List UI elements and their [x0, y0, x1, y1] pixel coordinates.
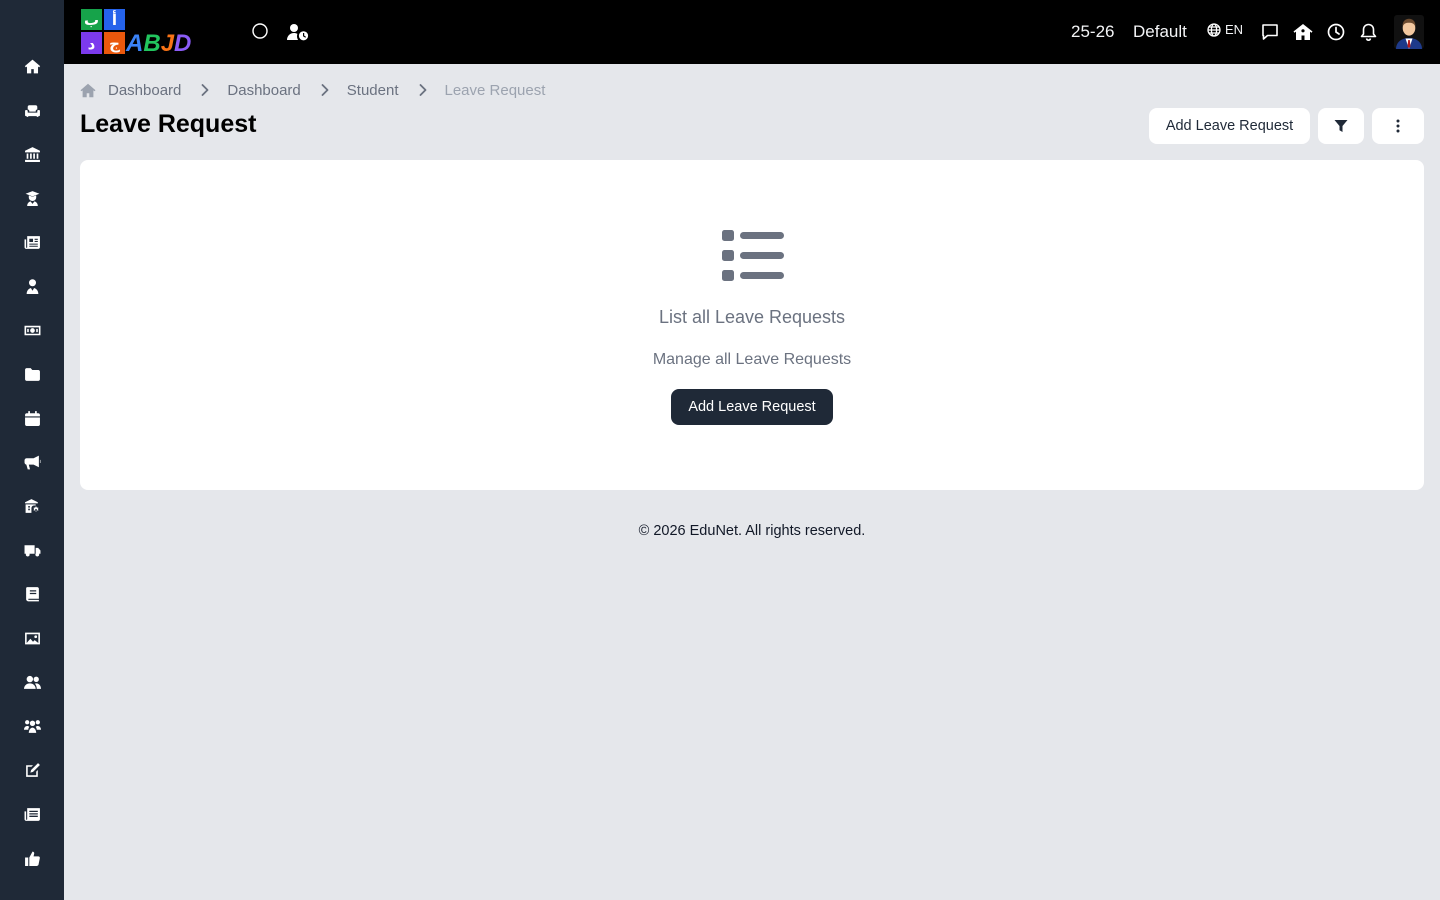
user-clock-icon[interactable] — [286, 21, 310, 43]
truck-icon — [24, 544, 40, 556]
sidebar-item-feedback[interactable] — [0, 836, 64, 880]
sidebar-item-institution[interactable] — [0, 132, 64, 176]
list-icon — [722, 230, 784, 281]
language-label: EN — [1225, 22, 1244, 37]
calendar-icon — [24, 410, 40, 426]
user-tie-icon — [26, 278, 38, 294]
user-avatar[interactable] — [1394, 15, 1424, 49]
more-options-button[interactable] — [1372, 108, 1424, 144]
breadcrumb-dashboard-2[interactable]: Dashboard — [227, 82, 300, 99]
sidebar-item-home[interactable] — [0, 44, 64, 88]
chevron-right-icon — [419, 84, 427, 96]
newspaper-icon — [24, 235, 40, 249]
folder-icon — [24, 367, 40, 381]
people-group-icon — [23, 719, 41, 733]
book-icon — [25, 586, 39, 601]
add-leave-request-button[interactable]: Add Leave Request — [1149, 108, 1310, 144]
sidebar-item-school-settings[interactable] — [0, 484, 64, 528]
thumbs-up-icon — [24, 851, 40, 866]
sidebar-item-groups[interactable] — [0, 704, 64, 748]
sidebar-item-news[interactable] — [0, 792, 64, 836]
sidebar-item-fees[interactable] — [0, 308, 64, 352]
sidebar-item-library[interactable] — [0, 572, 64, 616]
loading-circle-icon — [250, 21, 270, 41]
filter-button[interactable] — [1318, 108, 1364, 144]
home-icon — [24, 59, 40, 73]
sidebar-item-classes[interactable] — [0, 88, 64, 132]
users-icon — [23, 675, 41, 689]
filter-icon — [1334, 120, 1348, 132]
breadcrumb-student[interactable]: Student — [347, 82, 399, 99]
image-icon — [24, 632, 40, 644]
school-gear-icon — [24, 498, 38, 513]
sidebar-item-gallery[interactable] — [0, 616, 64, 660]
clock-icon[interactable] — [1326, 22, 1346, 42]
sidebar-item-transport[interactable] — [0, 528, 64, 572]
breadcrumb-dashboard[interactable]: Dashboard — [108, 82, 181, 99]
sidebar-item-calendar[interactable] — [0, 396, 64, 440]
svg-text:ABJD: ABJD — [125, 30, 191, 56]
teacher-icon — [25, 190, 39, 206]
profile-selector[interactable]: Default — [1133, 21, 1187, 43]
svg-text:ج: ج — [109, 35, 120, 53]
notification-bell-icon[interactable] — [1358, 21, 1378, 43]
page-title: Leave Request — [80, 110, 257, 138]
svg-text:د: د — [88, 35, 96, 53]
kebab-menu-icon — [1396, 119, 1400, 133]
svg-text:أ: أ — [112, 10, 117, 29]
breadcrumb-leave-request: Leave Request — [444, 81, 546, 99]
chat-icon[interactable] — [1260, 22, 1280, 42]
sidebar-item-files[interactable] — [0, 352, 64, 396]
bank-icon — [24, 146, 40, 162]
sidebar-item-exams[interactable] — [0, 748, 64, 792]
edit-icon — [25, 762, 40, 777]
app-logo[interactable]: ب أ د ج ABJD — [80, 8, 226, 56]
school-home-icon[interactable] — [1292, 22, 1314, 42]
home-breadcrumb-icon[interactable] — [80, 83, 96, 98]
sidebar-item-announcements[interactable] — [0, 440, 64, 484]
language-selector[interactable]: EN — [1207, 22, 1243, 37]
sidebar-item-users[interactable] — [0, 660, 64, 704]
sidebar — [0, 0, 64, 900]
sidebar-item-students[interactable] — [0, 264, 64, 308]
footer-copyright: © 2026 EduNet. All rights reserved. — [638, 523, 866, 539]
empty-state-subtitle: Manage all Leave Requests — [652, 351, 852, 368]
top-bar: ب أ د ج ABJD 25-26 Default EN — [64, 0, 1440, 64]
svg-text:ب: ب — [84, 11, 99, 29]
couch-icon — [24, 104, 40, 117]
money-icon — [24, 325, 40, 335]
breadcrumb: Dashboard Dashboard Student Leave Reques… — [80, 80, 545, 100]
session-selector[interactable]: 25-26 — [1071, 21, 1114, 43]
chevron-right-icon — [201, 84, 209, 96]
newspaper-alt-icon — [24, 807, 40, 821]
megaphone-icon — [24, 455, 40, 469]
sidebar-item-courses[interactable] — [0, 220, 64, 264]
empty-state-title: List all Leave Requests — [658, 307, 846, 327]
chevron-right-icon — [321, 84, 329, 96]
sidebar-item-teachers[interactable] — [0, 176, 64, 220]
empty-state-card: List all Leave Requests Manage all Leave… — [80, 160, 1424, 490]
empty-state-add-button[interactable]: Add Leave Request — [671, 389, 833, 425]
globe-icon — [1207, 22, 1221, 37]
